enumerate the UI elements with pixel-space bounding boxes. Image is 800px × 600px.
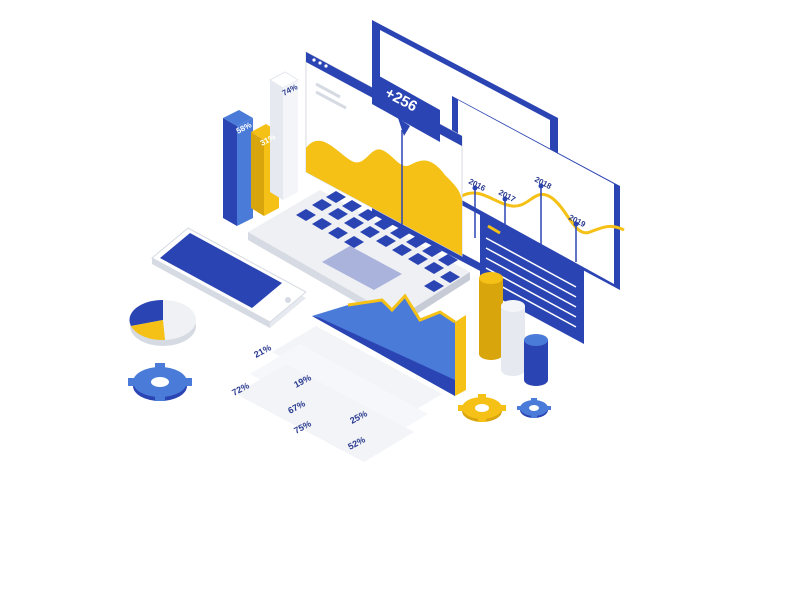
percent-21: 21%	[252, 342, 273, 359]
pie-chart-icon	[129, 299, 196, 346]
gear-icon	[458, 394, 506, 422]
isometric-analytics-illustration: 2016 2017 2018 2019 +256 58% 31% 74% 21%…	[128, 20, 625, 462]
gear-icon	[128, 363, 192, 401]
gear-icon	[517, 398, 551, 418]
bar-chart-3d: 58% 31% 74%	[223, 71, 299, 226]
